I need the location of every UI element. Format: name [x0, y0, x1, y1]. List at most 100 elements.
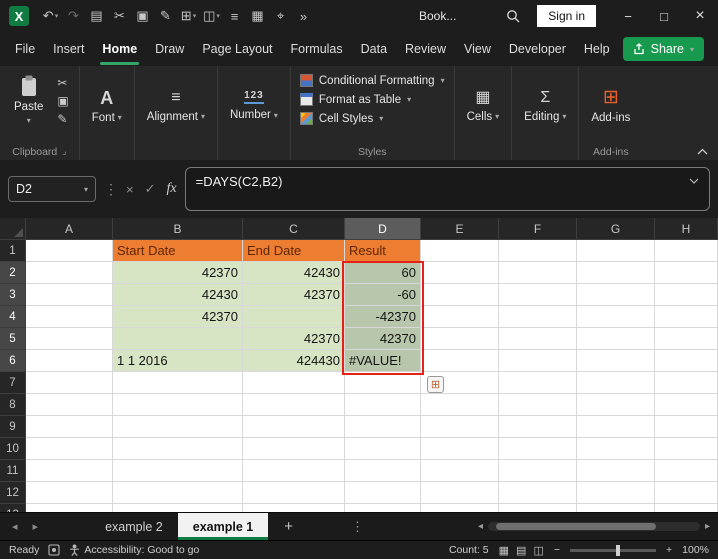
cell-A13[interactable]	[26, 504, 113, 512]
cell-H5[interactable]	[655, 328, 718, 350]
cell-B10[interactable]	[113, 438, 243, 460]
cell-B12[interactable]	[113, 482, 243, 504]
cell-C3[interactable]: 42370	[243, 284, 345, 306]
menu-tab-formulas[interactable]: Formulas	[282, 32, 352, 66]
more-commands-icon[interactable]: »	[292, 4, 315, 28]
cell-F1[interactable]	[499, 240, 577, 262]
maximize-button[interactable]: □	[646, 0, 682, 32]
format-as-table-button[interactable]: Format as Table ▾	[296, 91, 449, 108]
sheet-options-icon[interactable]: ⋮	[351, 519, 364, 535]
normal-view-icon[interactable]: ▦	[499, 544, 509, 557]
cell-B8[interactable]	[113, 394, 243, 416]
cell-B3[interactable]: 42430	[113, 284, 243, 306]
cell-E8[interactable]	[421, 394, 499, 416]
status-count[interactable]: Count: 5	[449, 544, 489, 556]
menu-tab-insert[interactable]: Insert	[44, 32, 93, 66]
cell-D6[interactable]: #VALUE!	[345, 350, 421, 372]
cell-A3[interactable]	[26, 284, 113, 306]
cell-C8[interactable]	[243, 394, 345, 416]
cell-G5[interactable]	[577, 328, 655, 350]
dialog-launcher-icon[interactable]: ⌟	[62, 146, 66, 157]
menu-tab-help[interactable]: Help	[575, 32, 619, 66]
cell-H13[interactable]	[655, 504, 718, 512]
cell-F10[interactable]	[499, 438, 577, 460]
insert-function-icon[interactable]: fx	[167, 181, 177, 197]
menu-tab-view[interactable]: View	[455, 32, 500, 66]
cell-G12[interactable]	[577, 482, 655, 504]
cell-C5[interactable]: 42370	[243, 328, 345, 350]
cell-A9[interactable]	[26, 416, 113, 438]
cell-F11[interactable]	[499, 460, 577, 482]
sheet-tab-example-1[interactable]: example 1	[178, 513, 268, 540]
cell-G3[interactable]	[577, 284, 655, 306]
cell-G13[interactable]	[577, 504, 655, 512]
row-header-8[interactable]: 8	[0, 394, 26, 416]
column-header-A[interactable]: A	[26, 218, 113, 240]
zoom-slider[interactable]	[570, 549, 656, 552]
cell-H1[interactable]	[655, 240, 718, 262]
cell-D7[interactable]	[345, 372, 421, 394]
cell-H2[interactable]	[655, 262, 718, 284]
cell-B11[interactable]	[113, 460, 243, 482]
format-painter-icon[interactable]: ✎	[154, 4, 177, 28]
cell-E10[interactable]	[421, 438, 499, 460]
scroll-left-icon[interactable]: ◂	[478, 521, 483, 532]
cell-G8[interactable]	[577, 394, 655, 416]
cell-C13[interactable]	[243, 504, 345, 512]
row-header-11[interactable]: 11	[0, 460, 26, 482]
cell-C11[interactable]	[243, 460, 345, 482]
menu-tab-draw[interactable]: Draw	[146, 32, 193, 66]
column-header-E[interactable]: E	[421, 218, 499, 240]
cut-icon[interactable]: ✂	[108, 4, 131, 28]
fill-color-icon[interactable]: ◫▾	[200, 4, 223, 28]
column-header-F[interactable]: F	[499, 218, 577, 240]
cell-F7[interactable]	[499, 372, 577, 394]
cell-E6[interactable]	[421, 350, 499, 372]
column-header-G[interactable]: G	[577, 218, 655, 240]
zoom-out-button[interactable]: −	[554, 544, 560, 556]
menu-tab-developer[interactable]: Developer	[500, 32, 575, 66]
scroll-right-icon[interactable]: ▸	[705, 521, 710, 532]
row-header-7[interactable]: 7	[0, 372, 26, 394]
cell-H9[interactable]	[655, 416, 718, 438]
cell-F4[interactable]	[499, 306, 577, 328]
alignment-menu-button[interactable]: ≡ Alignment▾	[140, 70, 212, 142]
number-menu-button[interactable]: 123 Number▾	[223, 70, 285, 142]
zoom-in-button[interactable]: +	[666, 544, 672, 556]
sheet-nav-left-icon[interactable]: ◂	[12, 520, 18, 533]
column-header-B[interactable]: B	[113, 218, 243, 240]
cancel-icon[interactable]: ×	[126, 182, 134, 197]
cell-E13[interactable]	[421, 504, 499, 512]
cell-F5[interactable]	[499, 328, 577, 350]
row-header-6[interactable]: 6	[0, 350, 26, 372]
sign-in-button[interactable]: Sign in	[537, 5, 596, 27]
cell-D12[interactable]	[345, 482, 421, 504]
horizontal-scrollbar[interactable]: ◂ ▸	[478, 521, 718, 532]
cell-H6[interactable]	[655, 350, 718, 372]
copy-icon[interactable]: ▣	[57, 94, 68, 108]
cell-E9[interactable]	[421, 416, 499, 438]
cell-styles-button[interactable]: Cell Styles ▾	[296, 110, 449, 127]
cell-E1[interactable]	[421, 240, 499, 262]
cell-C7[interactable]	[243, 372, 345, 394]
cell-F13[interactable]	[499, 504, 577, 512]
sort-icon[interactable]: ≡	[223, 4, 246, 28]
cell-G11[interactable]	[577, 460, 655, 482]
cell-D9[interactable]	[345, 416, 421, 438]
close-button[interactable]: ×	[682, 0, 718, 32]
column-header-D[interactable]: D	[345, 218, 421, 240]
accessibility-status[interactable]: Accessibility: Good to go	[69, 544, 199, 556]
row-header-13[interactable]: 13	[0, 504, 26, 512]
cell-C4[interactable]	[243, 306, 345, 328]
cell-B7[interactable]	[113, 372, 243, 394]
cell-A1[interactable]	[26, 240, 113, 262]
row-header-4[interactable]: 4	[0, 306, 26, 328]
cell-G9[interactable]	[577, 416, 655, 438]
sheet-nav-right-icon[interactable]: ▸	[33, 520, 39, 533]
sheet-tab-example-2[interactable]: example 2	[90, 513, 178, 540]
macro-record-icon[interactable]	[48, 544, 60, 556]
cell-H11[interactable]	[655, 460, 718, 482]
camera-icon[interactable]: ⌖	[269, 4, 292, 28]
cell-E3[interactable]	[421, 284, 499, 306]
cell-B6[interactable]: 1 1 2016	[113, 350, 243, 372]
